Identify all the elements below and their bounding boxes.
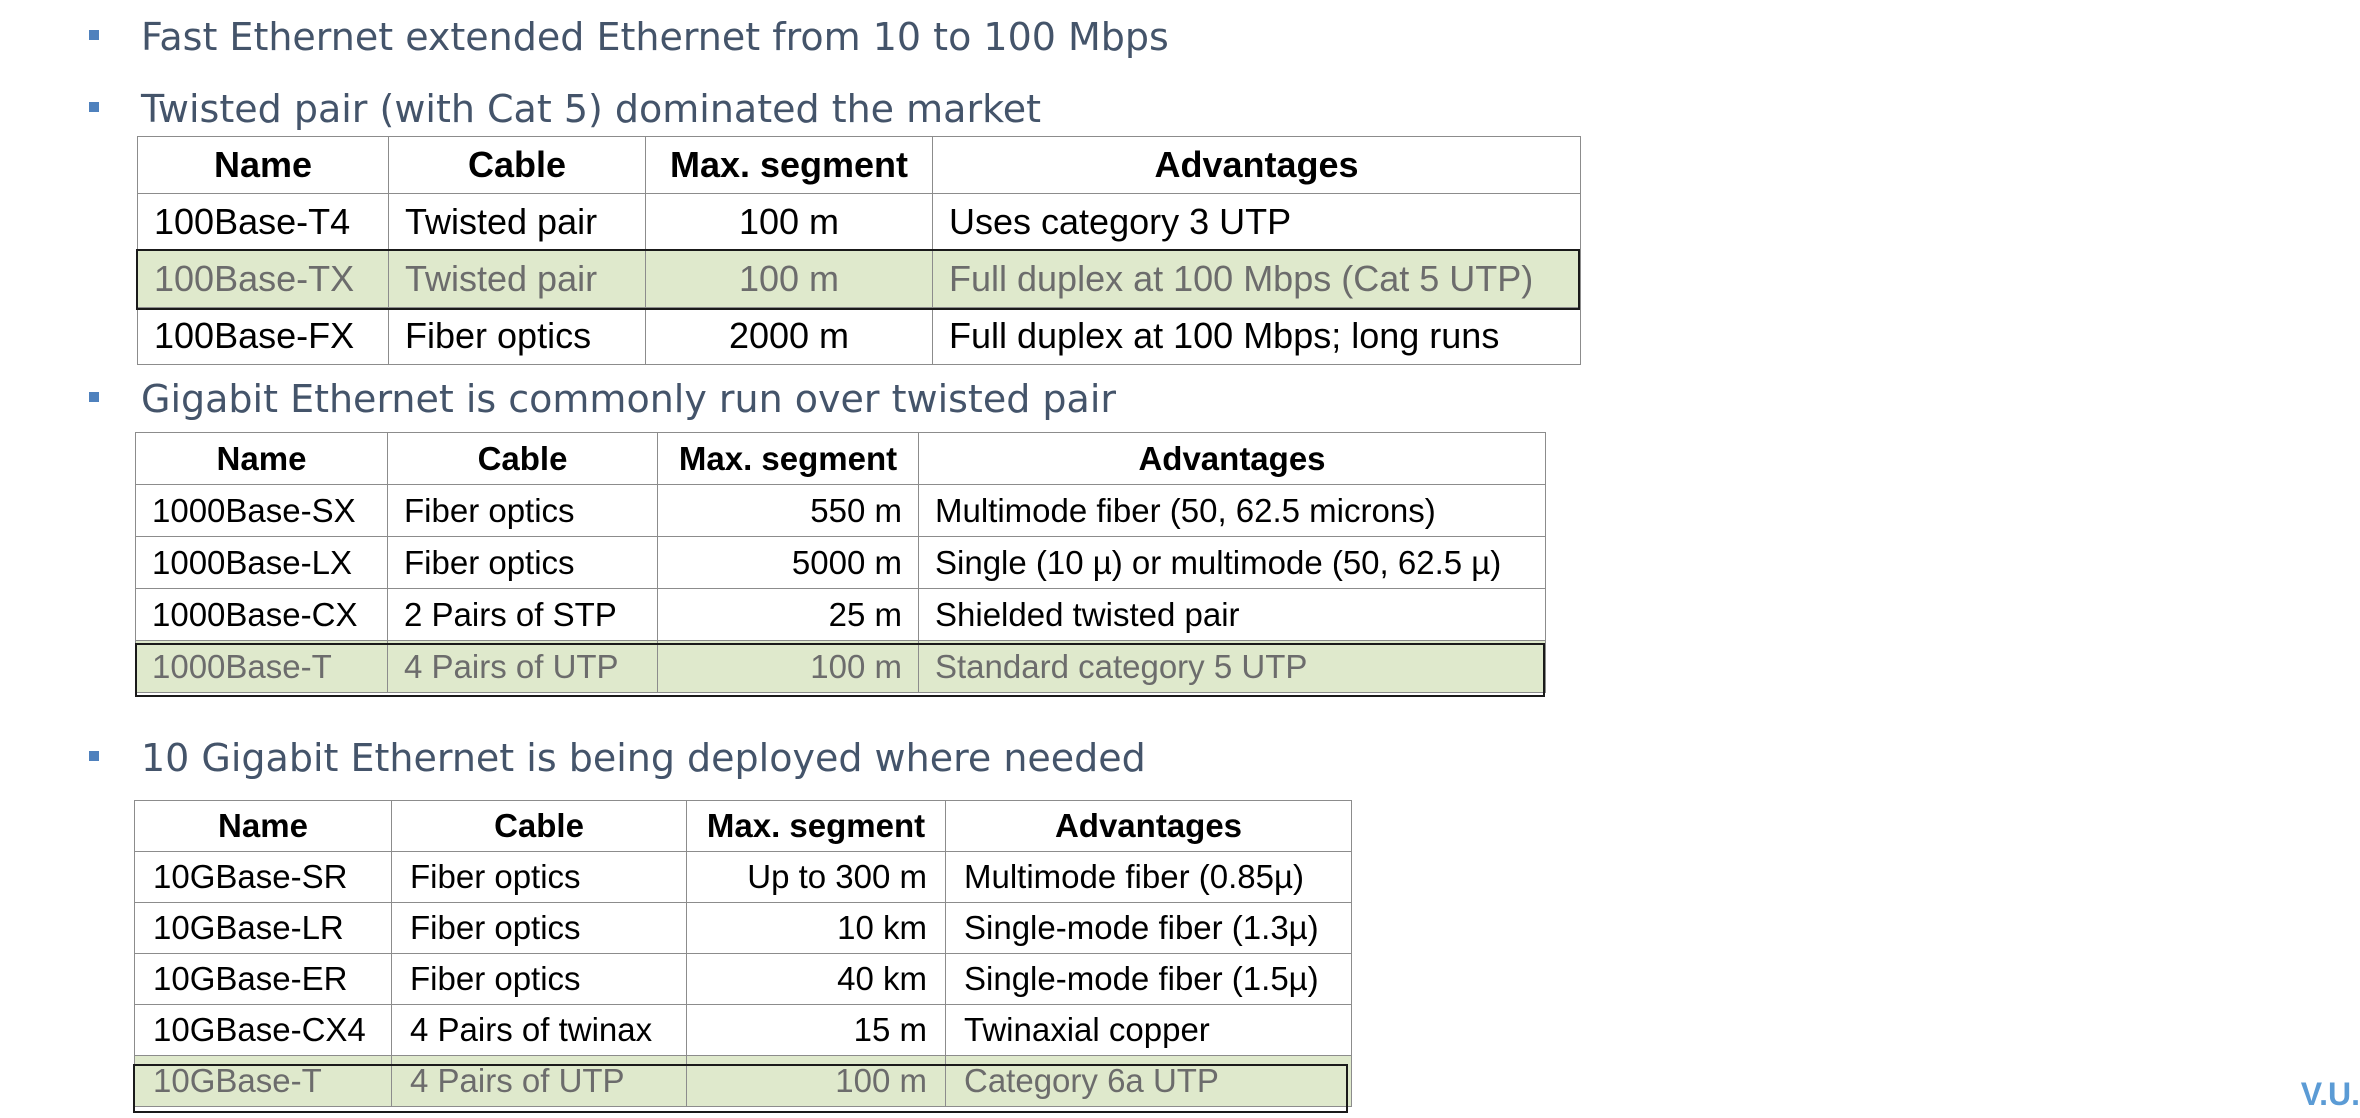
footer-label: V.U.: [2300, 1076, 2360, 1112]
cell-name: 10GBase-ER: [134, 953, 392, 1005]
cell-cable: Fiber optics: [391, 953, 687, 1005]
cell-max-segment: 25 m: [657, 588, 919, 641]
cell-advantages: Category 6a UTP: [945, 1055, 1352, 1107]
table-row: 1000Base-LX Fiber optics 5000 m Single (…: [135, 536, 1546, 589]
cell-cable: Fiber optics: [391, 902, 687, 954]
cell-max-segment: 15 m: [686, 1004, 946, 1056]
cell-name: 10GBase-SR: [134, 851, 392, 903]
table-row: 10GBase-LR Fiber optics 10 km Single-mod…: [134, 902, 1352, 954]
header-advantages: Advantages: [918, 432, 1546, 485]
cell-cable: 2 Pairs of STP: [387, 588, 658, 641]
table-header-row: Name Cable Max. segment Advantages: [134, 800, 1352, 852]
header-max-segment: Max. segment: [645, 136, 933, 194]
table-row: 1000Base-SX Fiber optics 550 m Multimode…: [135, 484, 1546, 537]
header-max-segment: Max. segment: [657, 432, 919, 485]
cell-name: 10GBase-LR: [134, 902, 392, 954]
table-row: 100Base-T4 Twisted pair 100 m Uses categ…: [137, 193, 1581, 251]
cell-cable: Fiber optics: [387, 484, 658, 537]
cell-advantages: Full duplex at 100 Mbps; long runs: [932, 307, 1581, 365]
cell-name: 1000Base-T: [135, 640, 388, 693]
table-row: 10GBase-CX4 4 Pairs of twinax 15 m Twina…: [134, 1004, 1352, 1056]
table-row: 1000Base-CX 2 Pairs of STP 25 m Shielded…: [135, 588, 1546, 641]
header-name: Name: [137, 136, 389, 194]
cell-advantages: Single-mode fiber (1.3µ): [945, 902, 1352, 954]
bullet-marker: [89, 30, 99, 40]
cell-name: 1000Base-LX: [135, 536, 388, 589]
cell-max-segment: 2000 m: [645, 307, 933, 365]
cell-cable: 4 Pairs of UTP: [387, 640, 658, 693]
bullet-marker: [89, 392, 99, 402]
cell-name: 10GBase-T: [134, 1055, 392, 1107]
cell-cable: 4 Pairs of twinax: [391, 1004, 687, 1056]
cell-advantages: Uses category 3 UTP: [932, 193, 1581, 251]
cell-max-segment: 10 km: [686, 902, 946, 954]
fast-ethernet-table: Name Cable Max. segment Advantages 100Ba…: [137, 136, 1581, 365]
bullet-marker: [89, 751, 99, 761]
cell-advantages: Shielded twisted pair: [918, 588, 1546, 641]
cell-max-segment: 100 m: [645, 193, 933, 251]
bullet-text: Twisted pair (with Cat 5) dominated the …: [141, 87, 1041, 131]
cell-advantages: Single (10 µ) or multimode (50, 62.5 µ): [918, 536, 1546, 589]
cell-max-segment: Up to 300 m: [686, 851, 946, 903]
cell-name: 100Base-TX: [137, 250, 389, 308]
cell-cable: Fiber optics: [391, 851, 687, 903]
table-row-highlighted: 1000Base-T 4 Pairs of UTP 100 m Standard…: [135, 640, 1546, 693]
header-cable: Cable: [388, 136, 646, 194]
cell-cable: Fiber optics: [387, 536, 658, 589]
table-row: 10GBase-ER Fiber optics 40 km Single-mod…: [134, 953, 1352, 1005]
cell-max-segment: 100 m: [645, 250, 933, 308]
header-advantages: Advantages: [945, 800, 1352, 852]
cell-name: 1000Base-SX: [135, 484, 388, 537]
cell-advantages: Multimode fiber (0.85µ): [945, 851, 1352, 903]
cell-name: 10GBase-CX4: [134, 1004, 392, 1056]
bullet-text: 10 Gigabit Ethernet is being deployed wh…: [141, 736, 1146, 780]
cell-name: 1000Base-CX: [135, 588, 388, 641]
header-advantages: Advantages: [932, 136, 1581, 194]
header-cable: Cable: [387, 432, 658, 485]
cell-advantages: Standard category 5 UTP: [918, 640, 1546, 693]
cell-max-segment: 5000 m: [657, 536, 919, 589]
cell-max-segment: 40 km: [686, 953, 946, 1005]
cell-cable: 4 Pairs of UTP: [391, 1055, 687, 1107]
cell-max-segment: 100 m: [657, 640, 919, 693]
ten-gigabit-table: Name Cable Max. segment Advantages 10GBa…: [134, 800, 1352, 1107]
cell-max-segment: 100 m: [686, 1055, 946, 1107]
cell-name: 100Base-FX: [137, 307, 389, 365]
table-header-row: Name Cable Max. segment Advantages: [135, 432, 1546, 485]
table-row: 10GBase-SR Fiber optics Up to 300 m Mult…: [134, 851, 1352, 903]
header-name: Name: [134, 800, 392, 852]
bullet-text: Fast Ethernet extended Ethernet from 10 …: [141, 15, 1169, 59]
bullet-text: Gigabit Ethernet is commonly run over tw…: [141, 377, 1116, 421]
cell-advantages: Twinaxial copper: [945, 1004, 1352, 1056]
cell-name: 100Base-T4: [137, 193, 389, 251]
cell-advantages: Full duplex at 100 Mbps (Cat 5 UTP): [932, 250, 1581, 308]
bullet-marker: [89, 102, 99, 112]
table-row-highlighted: 100Base-TX Twisted pair 100 m Full duple…: [137, 250, 1581, 308]
table-row-highlighted: 10GBase-T 4 Pairs of UTP 100 m Category …: [134, 1055, 1352, 1107]
cell-advantages: Single-mode fiber (1.5µ): [945, 953, 1352, 1005]
cell-cable: Twisted pair: [388, 193, 646, 251]
header-name: Name: [135, 432, 388, 485]
cell-max-segment: 550 m: [657, 484, 919, 537]
gigabit-table: Name Cable Max. segment Advantages 1000B…: [135, 432, 1546, 693]
cell-advantages: Multimode fiber (50, 62.5 microns): [918, 484, 1546, 537]
header-cable: Cable: [391, 800, 687, 852]
cell-cable: Fiber optics: [388, 307, 646, 365]
table-row: 100Base-FX Fiber optics 2000 m Full dupl…: [137, 307, 1581, 365]
cell-cable: Twisted pair: [388, 250, 646, 308]
header-max-segment: Max. segment: [686, 800, 946, 852]
table-header-row: Name Cable Max. segment Advantages: [137, 136, 1581, 194]
